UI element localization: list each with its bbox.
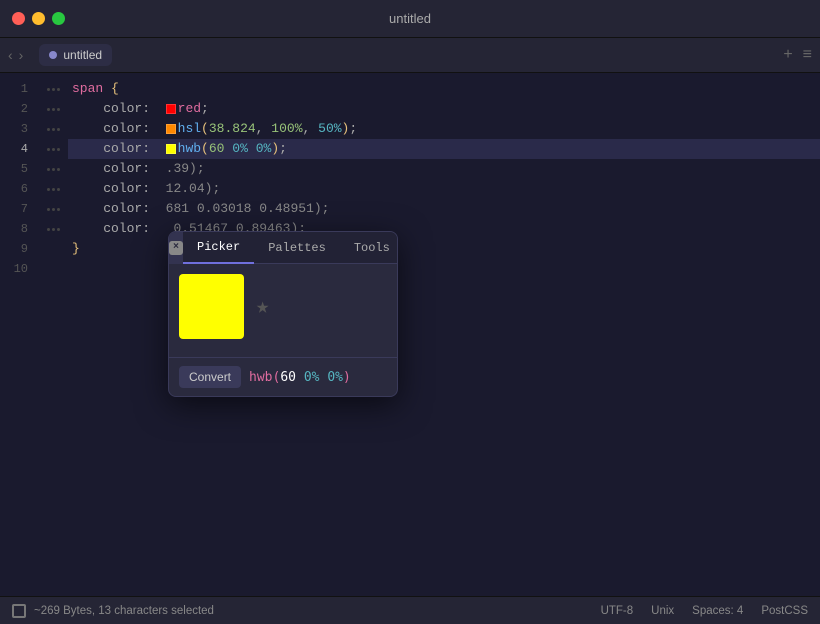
hwb-white: 0% (304, 370, 320, 385)
statusbar-left: ~269 Bytes, 13 characters selected (12, 604, 595, 618)
line-num-4: 4 (0, 139, 28, 159)
encoding-info[interactable]: UTF-8 (601, 605, 634, 617)
statusbar-right: UTF-8 Unix Spaces: 4 PostCSS (601, 605, 808, 617)
color-picker-popup: × Picker Palettes Tools ★ Convert (168, 231, 398, 397)
popup-footer: Convert hwb(60 0% 0%) (169, 357, 397, 396)
tab-palettes[interactable]: Palettes (254, 232, 340, 264)
popup-tabs: Picker Palettes Tools (183, 232, 398, 264)
menu-button[interactable]: ≡ (803, 46, 812, 64)
tab-dot (49, 51, 57, 59)
code-line-5: color: .39); (68, 159, 820, 179)
line-num-8: 8 (0, 219, 28, 239)
line-num-10: 10 (0, 259, 28, 279)
tabbar: ‹ › untitled + ≡ (0, 38, 820, 73)
code-line-3: color: hsl(38.824, 100%, 50%); (68, 119, 820, 139)
code-line-7: color: 681 0.03018 0.48951); (68, 199, 820, 219)
popup-body: ★ (169, 264, 397, 357)
minimize-button[interactable] (32, 12, 45, 25)
line-num-6: 6 (0, 179, 28, 199)
hwb-close: ) (343, 370, 351, 385)
window-controls (12, 12, 65, 25)
hwb-hue: 60 (280, 370, 296, 385)
statusbar: ~269 Bytes, 13 characters selected UTF-8… (0, 596, 820, 624)
language-info[interactable]: PostCSS (761, 605, 808, 617)
line-num-5: 5 (0, 159, 28, 179)
gutter (38, 73, 68, 596)
close-button[interactable] (12, 12, 25, 25)
favorite-star-button[interactable]: ★ (256, 294, 269, 320)
editor: 1 2 3 4 5 6 7 8 9 10 span { color: red; … (0, 73, 820, 596)
code-line-6: color: 12.04); (68, 179, 820, 199)
tab-tools[interactable]: Tools (340, 232, 398, 264)
line-num-2: 2 (0, 99, 28, 119)
hwb-func: hwb( (249, 370, 280, 385)
code-line-2: color: red; (68, 99, 820, 119)
tab-untitled[interactable]: untitled (39, 44, 112, 66)
back-arrow[interactable]: ‹ (8, 47, 13, 63)
code-line-4: color: hwb(60 0% 0%); (68, 139, 820, 159)
maximize-button[interactable] (52, 12, 65, 25)
color-preview-area: ★ (179, 274, 387, 339)
line-num-1: 1 (0, 79, 28, 99)
tab-picker[interactable]: Picker (183, 232, 254, 264)
bytes-info: ~269 Bytes, 13 characters selected (34, 605, 214, 617)
spaces-info[interactable]: Spaces: 4 (692, 605, 743, 617)
forward-arrow[interactable]: › (19, 47, 24, 63)
add-tab-button[interactable]: + (783, 46, 792, 64)
tab-actions: + ≡ (783, 46, 812, 64)
window-title: untitled (389, 11, 431, 26)
line-ending-info[interactable]: Unix (651, 605, 674, 617)
line-num-7: 7 (0, 199, 28, 219)
close-x-icon: × (169, 241, 183, 255)
code-line-1: span { (68, 79, 820, 99)
titlebar: untitled (0, 0, 820, 38)
color-preview-box (179, 274, 244, 339)
line-num-9: 9 (0, 239, 28, 259)
nav-arrows: ‹ › (8, 47, 23, 63)
popup-header: × Picker Palettes Tools (169, 232, 397, 264)
tab-label: untitled (63, 48, 102, 62)
hwb-black: 0% (327, 370, 343, 385)
line-num-3: 3 (0, 119, 28, 139)
line-numbers: 1 2 3 4 5 6 7 8 9 10 (0, 73, 38, 596)
convert-button[interactable]: Convert (179, 366, 241, 388)
popup-close-button[interactable]: × (169, 232, 183, 264)
hwb-value-display: hwb(60 0% 0%) (249, 370, 351, 385)
status-icon (12, 604, 26, 618)
